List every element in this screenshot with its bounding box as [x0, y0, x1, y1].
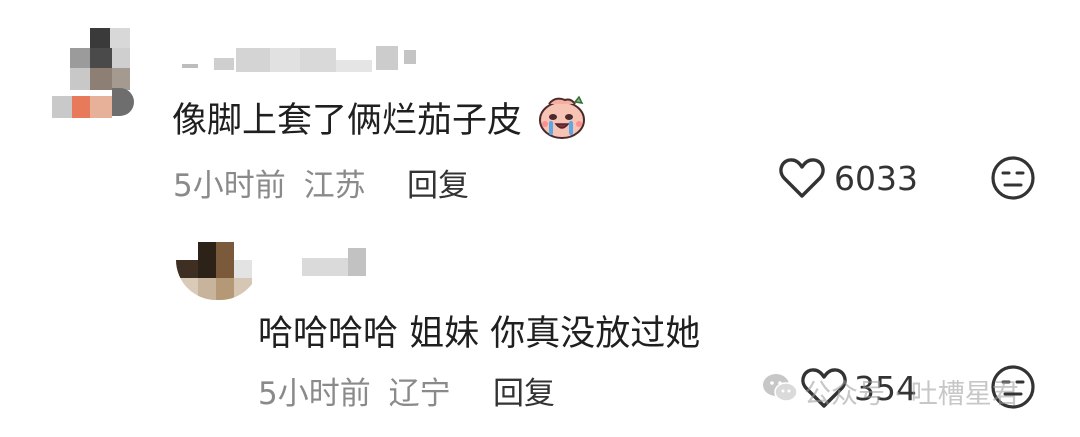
like-button[interactable]: 354 — [800, 366, 917, 410]
username[interactable] — [302, 246, 374, 278]
dislike-button[interactable] — [990, 155, 1036, 205]
like-count: 354 — [854, 368, 917, 408]
avatar[interactable] — [52, 26, 136, 120]
dislike-button[interactable] — [990, 364, 1036, 414]
comment-meta: 5小时前 江苏 — [173, 160, 366, 205]
comment-text: 哈哈哈哈 姐妹 你真没放过她 — [258, 314, 701, 354]
meh-face-icon — [990, 156, 1036, 205]
comment-location: 江苏 — [303, 168, 366, 204]
comment-time: 5小时前 — [173, 168, 286, 204]
comment-text: 像脚上套了俩烂茄子皮 — [172, 92, 587, 149]
heart-outline-icon — [800, 366, 848, 410]
comment-location: 辽宁 — [388, 376, 451, 412]
heart-outline-icon — [778, 156, 826, 200]
like-button[interactable]: 6033 — [778, 156, 918, 200]
reply-button[interactable]: 回复 — [493, 368, 555, 413]
avatar[interactable] — [176, 242, 260, 300]
username[interactable] — [180, 44, 440, 74]
like-count: 6033 — [834, 158, 918, 198]
wechat-icon — [762, 372, 798, 411]
comment-text-content: 像脚上套了俩烂茄子皮 — [172, 101, 523, 141]
comment-meta: 5小时前 辽宁 — [258, 368, 451, 413]
meh-face-icon — [990, 365, 1036, 414]
crying-face-sticker — [535, 94, 587, 149]
comment-time: 5小时前 — [258, 376, 371, 412]
reply-button[interactable]: 回复 — [407, 160, 469, 205]
